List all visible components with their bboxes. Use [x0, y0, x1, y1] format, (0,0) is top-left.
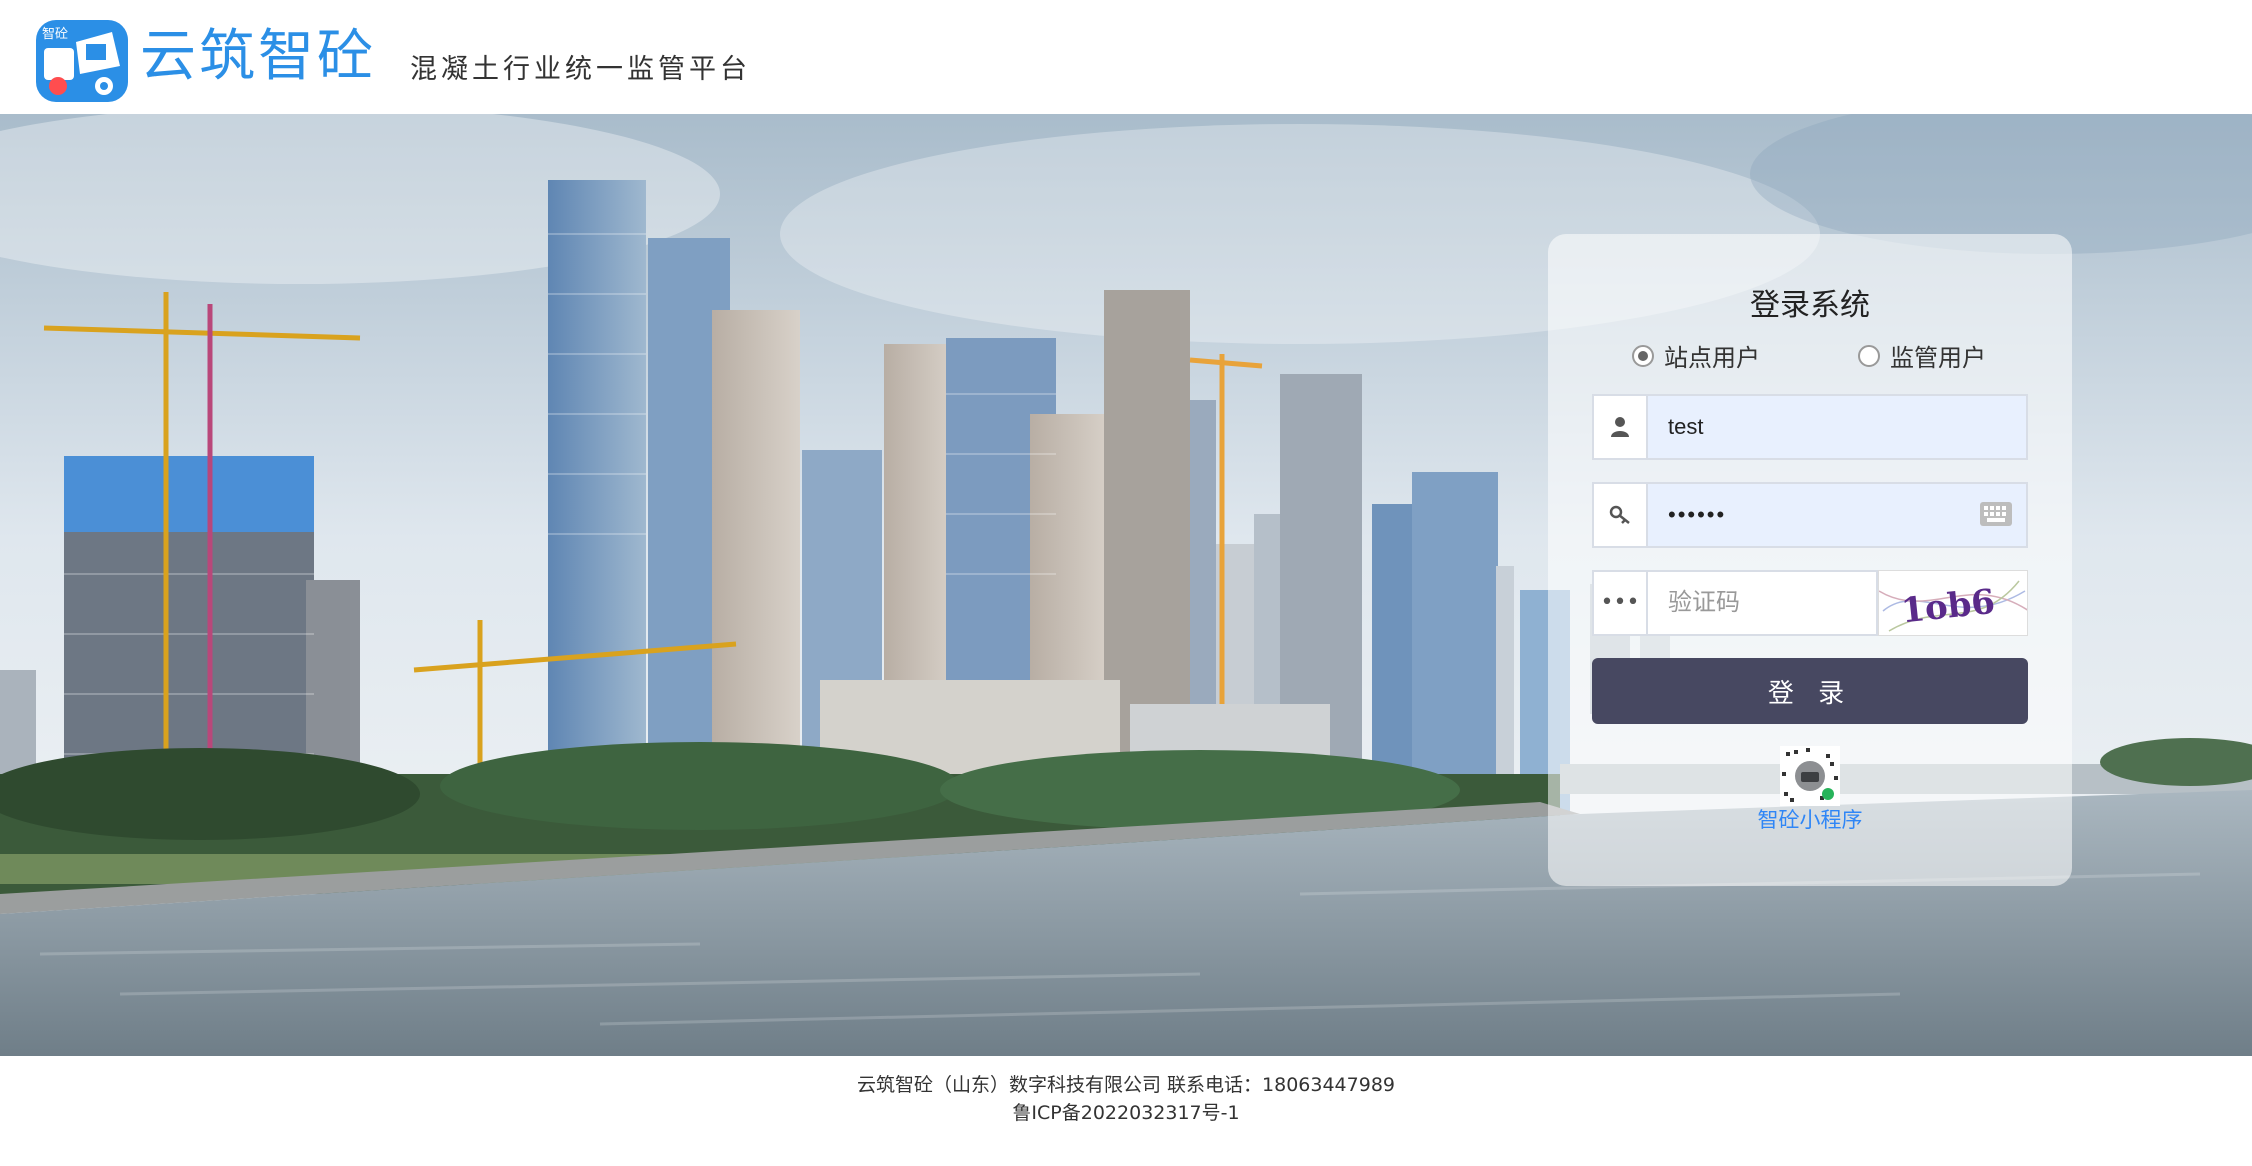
key-icon: [1594, 484, 1648, 546]
username-field: [1592, 394, 2028, 460]
captcha-input[interactable]: [1650, 572, 1886, 634]
password-input[interactable]: [1650, 484, 1956, 546]
footer: 云筑智砼（山东）数字科技有限公司 联系电话：18063447989 鲁ICP备2…: [0, 1056, 2252, 1166]
company-contact-text: 云筑智砼（山东）数字科技有限公司 联系电话：18063447989: [856, 1074, 1395, 1096]
login-title: 登录系统: [1750, 288, 1870, 323]
ellipsis-icon: •••: [1594, 572, 1648, 634]
truck-logo-icon: 智砼: [36, 20, 128, 102]
login-button[interactable]: 登 录: [1592, 658, 2028, 724]
captcha-field: •••: [1592, 570, 1886, 636]
platform-slogan: 混凝土行业统一监管平台: [410, 54, 751, 85]
radio-supervisor-user-label: 监管用户: [1890, 344, 1986, 372]
radio-supervisor-user[interactable]: 监管用户: [1858, 338, 1986, 378]
brand-name: 云筑智砼: [140, 24, 376, 89]
keyboard-icon[interactable]: [1980, 502, 2012, 526]
radio-unchecked-icon[interactable]: [1858, 345, 1880, 367]
password-field: [1592, 482, 2028, 548]
captcha-image[interactable]: 1ob6: [1878, 570, 2028, 636]
user-type-radio-group: 站点用户 监管用户: [1548, 338, 2072, 378]
mini-program-link[interactable]: 智砼小程序: [1548, 804, 2072, 834]
user-icon: [1594, 396, 1648, 458]
radio-checked-icon[interactable]: [1632, 345, 1654, 367]
username-input[interactable]: [1650, 396, 2026, 458]
login-panel: 登录系统 站点用户 监管用户 test •••••• ••• 验证码 1ob6 …: [1548, 234, 2072, 886]
radio-site-user[interactable]: 站点用户: [1632, 338, 1760, 378]
radio-site-user-label: 站点用户: [1664, 344, 1760, 372]
header: 智砼 云筑智砼 混凝土行业统一监管平台: [0, 0, 2252, 114]
logo-badge: 智砼: [42, 27, 68, 42]
icp-record-text[interactable]: 鲁ICP备2022032317号-1: [0, 1098, 2252, 1125]
mini-program-qr-icon[interactable]: [1780, 746, 1840, 806]
